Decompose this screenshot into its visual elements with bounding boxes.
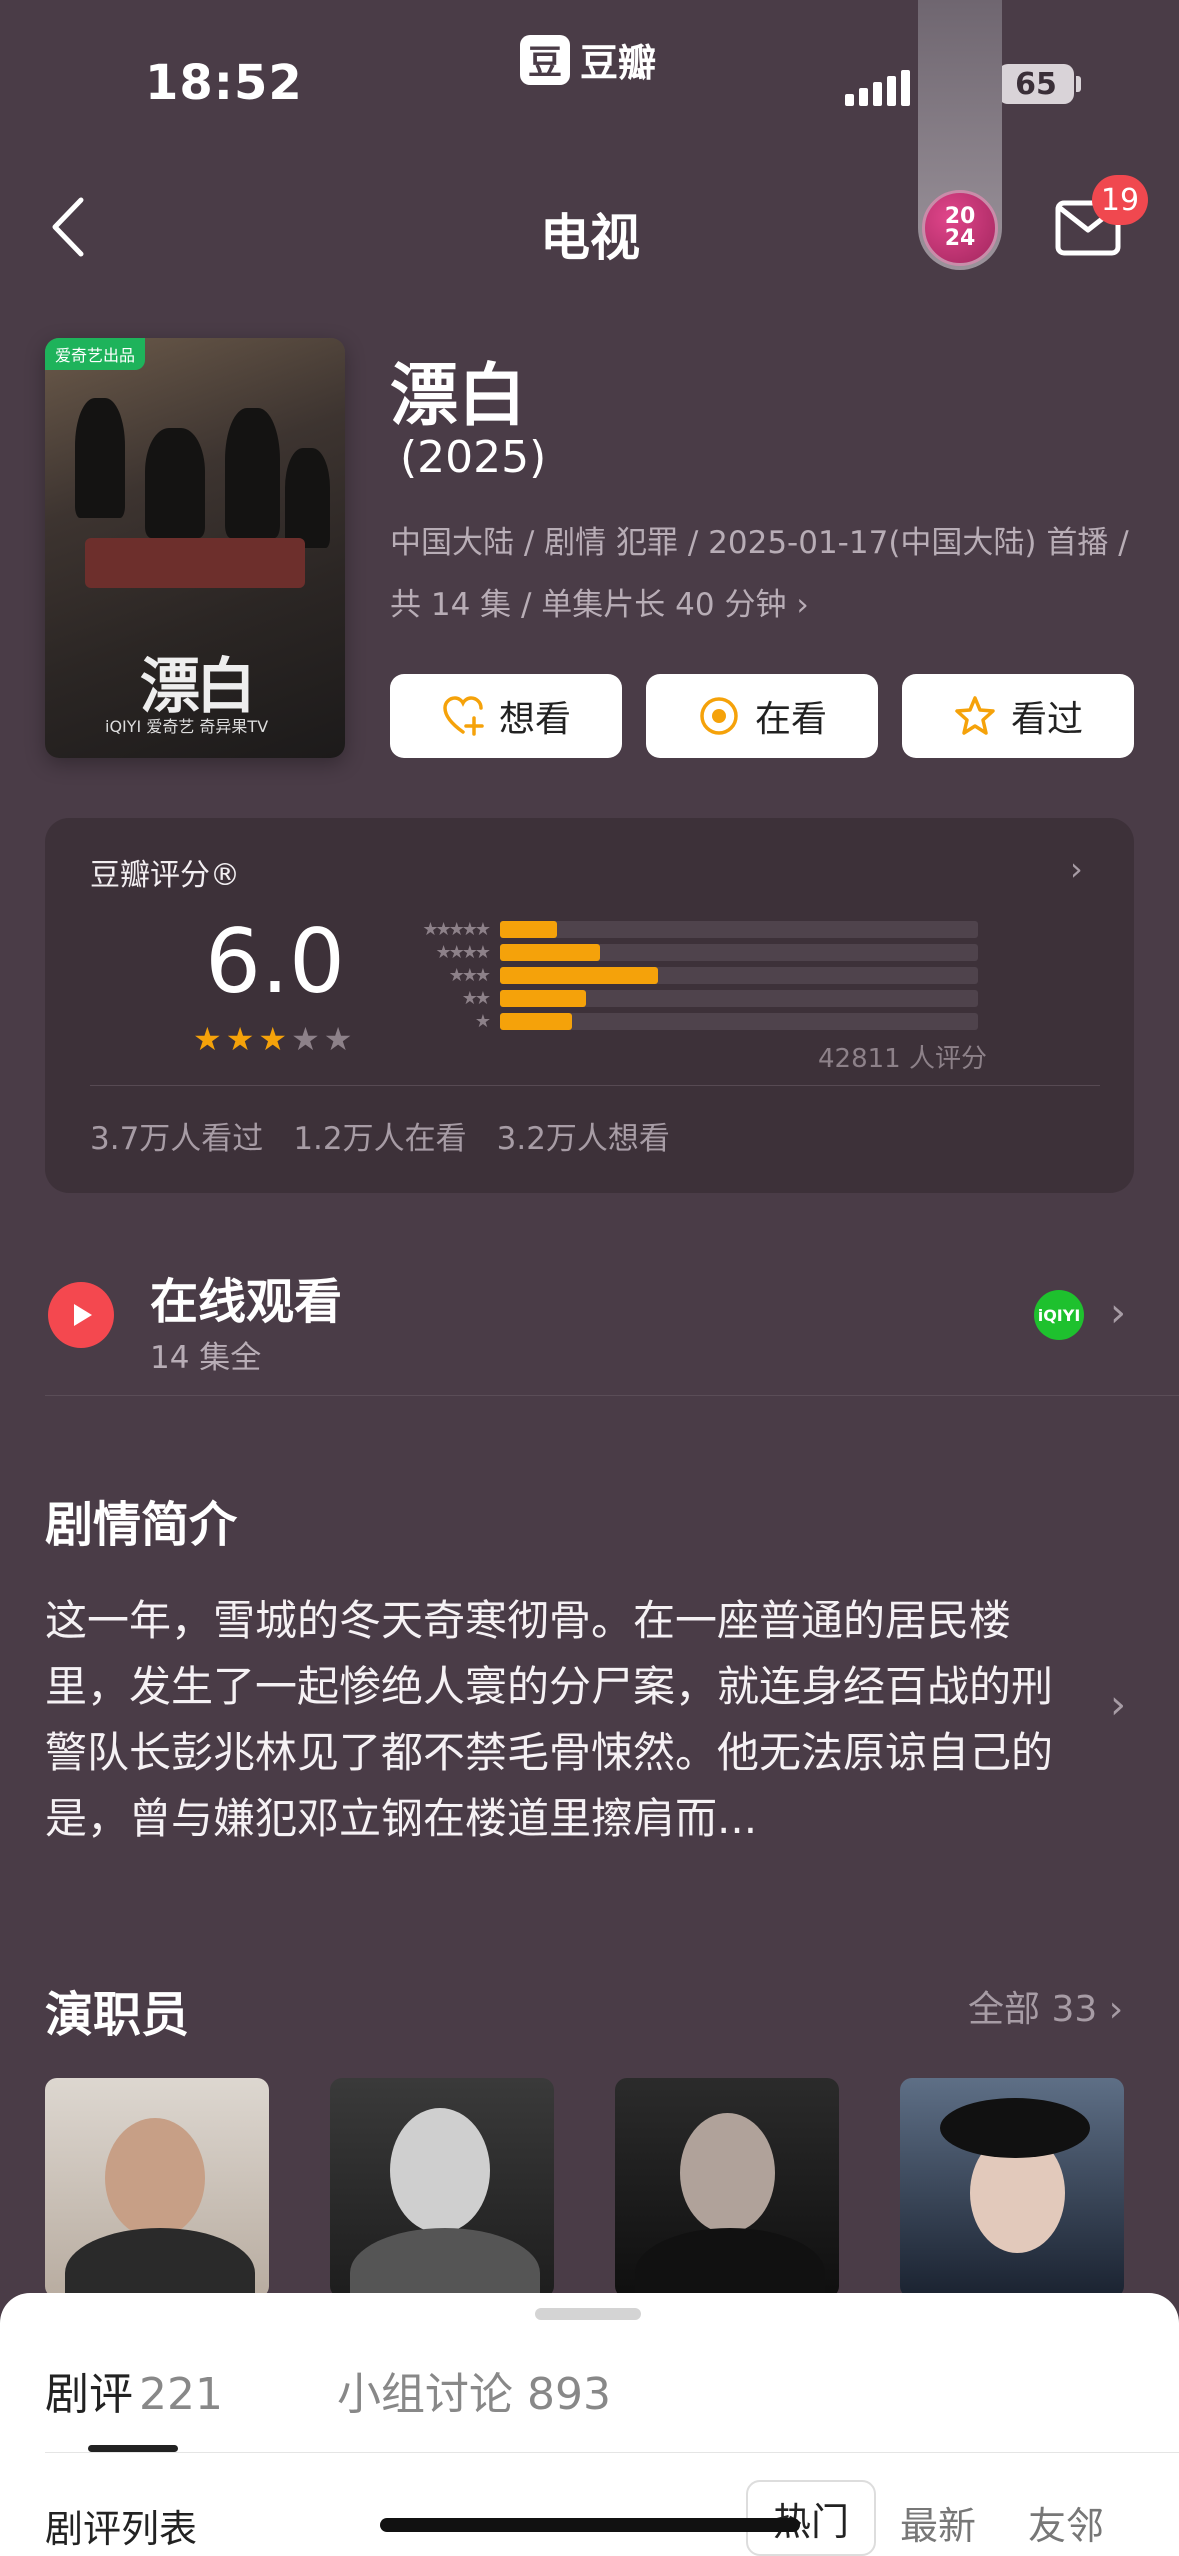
rating-bar-track [500, 967, 978, 984]
online-watch-subtitle: 14 集全 [150, 1340, 262, 1376]
mail-badge: 19 [1092, 175, 1148, 225]
divider [45, 1395, 1179, 1396]
show-year: (2025) [400, 432, 547, 483]
poster-footer: iQIYI 爱奇艺 奇异果TV [105, 717, 269, 736]
tab-underline [88, 2445, 178, 2452]
back-icon[interactable] [45, 192, 95, 262]
watched-button[interactable]: 看过 [902, 674, 1134, 758]
meta-chevron-icon: › [796, 587, 809, 623]
iqiyi-icon[interactable]: iQIYI [1034, 1290, 1084, 1340]
cast-photo[interactable] [45, 2078, 269, 2298]
play-icon[interactable] [48, 1282, 114, 1348]
rating-bar-row: ★★★★★ [384, 918, 978, 941]
signal-icon [845, 70, 910, 106]
rating-bar-stars: ★ [474, 1011, 491, 1032]
watching-stat: 1.2万人在看 [293, 1121, 467, 1157]
cast-title: 演职员 [45, 1987, 190, 2043]
sheet-grabber[interactable] [535, 2308, 641, 2320]
rating-bar-fill [500, 1013, 572, 1030]
rating-distribution: ★★★★★ ★★★★ ★★★ ★★ ★ [384, 918, 978, 1033]
online-chevron-icon[interactable]: › [1110, 1290, 1126, 1336]
poster-image[interactable]: 爱奇艺出品 漂白 iQIYI 爱奇艺 奇异果TV [45, 338, 345, 758]
tab-reviews[interactable]: 剧评 221 [45, 2358, 223, 2422]
star-empty-icon: ★ [323, 1020, 353, 1058]
tab-reviews-count: 221 [139, 2369, 223, 2420]
rating-bar-fill [500, 944, 601, 961]
synopsis-title: 剧情简介 [45, 1497, 238, 1553]
rating-bar-fill [500, 990, 587, 1007]
battery-tip [1076, 76, 1081, 92]
status-app-name: 豆瓣 [580, 41, 657, 85]
rating-bar-fill [500, 967, 658, 984]
status-time: 18:52 [145, 55, 303, 111]
synopsis-body[interactable]: 这一年，雪城的冬天奇寒彻骨。在一座普通的居民楼里，发生了一起惨绝人寰的分尸案，就… [45, 1588, 1085, 1852]
sort-newest-button[interactable]: 最新 [900, 2495, 976, 2550]
watched-stat: 3.7万人看过 [90, 1121, 264, 1157]
show-meta-text: 中国大陆 / 剧情 犯罪 / 2025-01-17(中国大陆) 首播 / 共 1… [390, 525, 1129, 623]
douban-logo-icon: 豆 [520, 34, 570, 85]
rating-bar-stars: ★★★ [448, 965, 491, 986]
cast-photo[interactable] [615, 2078, 839, 2298]
rating-count: 42811 人评分 [818, 1044, 987, 1074]
watch-stats: 3.7万人看过 1.2万人在看 3.2万人想看 [90, 1113, 670, 1158]
watched-label: 看过 [1010, 699, 1083, 740]
synopsis-chevron-icon[interactable]: › [1110, 1682, 1126, 1728]
cast-all-link[interactable]: 全部 33 › [968, 1980, 1123, 2032]
review-list-label: 剧评列表 [45, 2507, 198, 2551]
rating-bar-stars: ★★★★ [435, 942, 491, 963]
battery-icon: 65 [998, 64, 1074, 104]
status-app-indicator: 豆 豆瓣 [520, 32, 656, 87]
watching-button[interactable]: 在看 [646, 674, 878, 758]
heart-plus-icon [443, 696, 484, 736]
rating-bar-row: ★★★ [384, 964, 978, 987]
rating-bar-row: ★ [384, 1010, 978, 1033]
cast-photo[interactable] [900, 2078, 1124, 2298]
show-title: 漂白 [390, 357, 527, 436]
want-to-watch-button[interactable]: 想看 [390, 674, 622, 758]
cast-photo[interactable] [330, 2078, 554, 2298]
want-to-watch-label: 想看 [498, 699, 571, 740]
rating-chevron-icon[interactable]: › [1070, 850, 1083, 888]
page-title: 电视 [540, 209, 640, 267]
poster-title: 漂白 [140, 652, 256, 722]
year-review-badge[interactable]: 20 24 [922, 190, 998, 266]
star-filled-icon: ★ [193, 1020, 222, 1058]
poster-tag: 爱奇艺出品 [45, 338, 146, 370]
rating-bar-row: ★★ [384, 987, 978, 1010]
star-filled-icon: ★ [258, 1020, 288, 1058]
watching-label: 在看 [754, 699, 827, 740]
want-stat: 3.2万人想看 [496, 1121, 670, 1157]
home-indicator[interactable] [380, 2518, 800, 2532]
star-outline-icon [955, 696, 995, 735]
rating-bar-stars: ★★ [461, 988, 491, 1009]
rating-stars: ★ ★ ★ ★ ★ [193, 1020, 352, 1058]
rating-bar-row: ★★★★ [384, 941, 978, 964]
rating-score: 6.0 [205, 910, 345, 1013]
rating-bar-track [500, 921, 978, 938]
rating-bar-fill [500, 921, 558, 938]
show-meta[interactable]: 中国大陆 / 剧情 犯罪 / 2025-01-17(中国大陆) 首播 / 共 1… [390, 512, 1130, 636]
star-filled-icon: ★ [225, 1020, 255, 1058]
rating-bar-track [500, 944, 978, 961]
rating-label: 豆瓣评分® [90, 858, 240, 893]
online-watch-title[interactable]: 在线观看 [150, 1262, 342, 1332]
divider [90, 1085, 1100, 1086]
rating-bar-track [500, 1013, 978, 1030]
tab-reviews-label: 剧评 [45, 2369, 133, 2420]
rating-bar-track [500, 990, 978, 1007]
rating-bar-stars: ★★★★★ [422, 919, 491, 940]
year-badge-text: 20 24 [944, 204, 976, 251]
sort-friends-button[interactable]: 友邻 [1028, 2495, 1104, 2550]
target-icon [700, 697, 738, 735]
tab-group-discussions[interactable]: 小组讨论 893 [337, 2358, 611, 2422]
star-empty-icon: ★ [291, 1020, 320, 1058]
divider [45, 2452, 1179, 2453]
